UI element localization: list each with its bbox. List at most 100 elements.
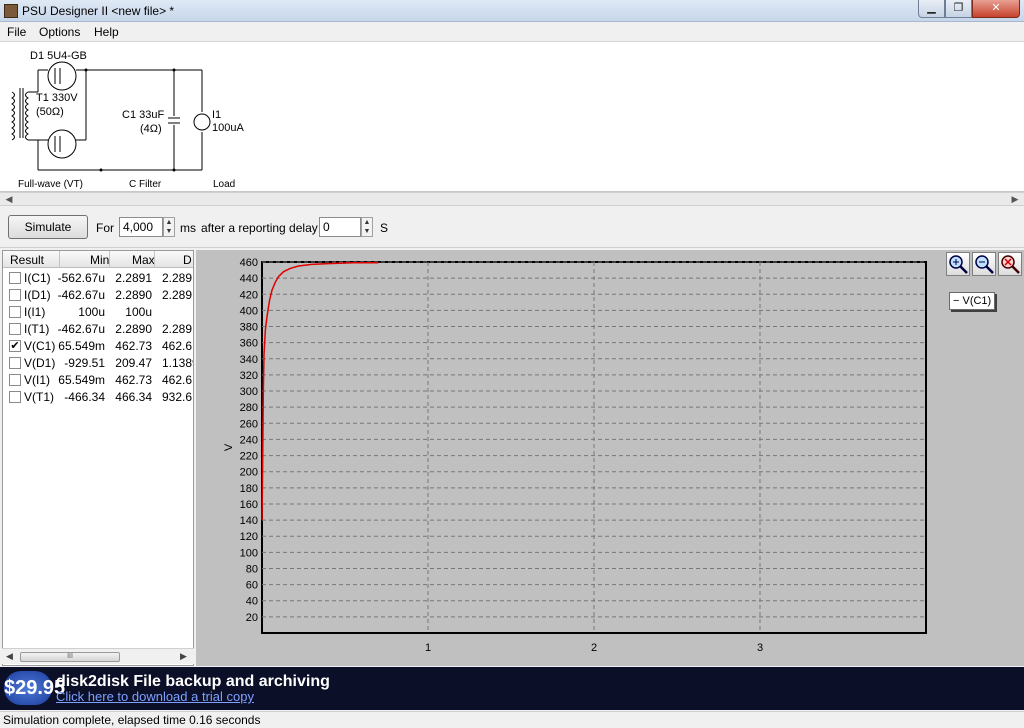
simulate-button[interactable]: Simulate xyxy=(8,215,88,239)
voltage-chart[interactable]: 20 40 60 80 100 120 140 160 180 200 220 240 260 280 30… xyxy=(196,250,1024,666)
table-row[interactable]: I(D1) -462.67u 2.2890 2.289 xyxy=(3,287,193,304)
zoom-reset-button[interactable] xyxy=(998,252,1022,276)
zoom-out-icon xyxy=(975,255,994,274)
row-checkbox[interactable] xyxy=(9,272,21,284)
col-result[interactable]: Result xyxy=(10,253,44,267)
menu-file[interactable]: File xyxy=(7,25,26,39)
row-max: 2.2890 xyxy=(115,288,152,302)
table-row[interactable]: I(T1) -462.67u 2.2890 2.289 xyxy=(3,321,193,338)
app-icon xyxy=(4,4,18,18)
window-title: PSU Designer II <new file> * xyxy=(22,4,175,18)
row-min: -462.67u xyxy=(57,288,105,302)
y-tick-label: 460 xyxy=(240,257,258,269)
x-tick-label: 3 xyxy=(757,642,763,654)
y-tick-label: 340 xyxy=(240,354,258,366)
stage-load-label[interactable]: Load xyxy=(213,179,235,190)
results-scroll-thumb[interactable]: III xyxy=(20,652,120,662)
row-max: 462.73 xyxy=(115,339,152,353)
row-max: 466.34 xyxy=(115,390,152,404)
y-tick-label: 80 xyxy=(246,563,258,575)
row-checkbox[interactable] xyxy=(9,357,21,369)
row-min: -562.67u xyxy=(57,271,105,285)
row-checkbox[interactable] xyxy=(9,323,21,335)
y-tick-label: 20 xyxy=(246,612,258,624)
ad-download-link[interactable]: Click here to download a trial copy xyxy=(56,689,254,704)
row-name: I(T1) xyxy=(24,322,50,336)
x-tick-label: 1 xyxy=(425,642,431,654)
y-tick-label: 400 xyxy=(240,305,258,317)
menu-help[interactable]: Help xyxy=(94,25,119,39)
scroll-right-icon[interactable]: ▶ xyxy=(1008,193,1022,205)
col-min[interactable]: Min xyxy=(90,253,109,267)
zoom-in-button[interactable] xyxy=(946,252,970,276)
y-tick-label: 240 xyxy=(240,434,258,446)
status-bar: Simulation complete, elapsed time 0.16 s… xyxy=(0,711,1024,728)
y-tick-label: 200 xyxy=(240,467,258,479)
chart-legend[interactable]: − V(C1) xyxy=(949,292,995,310)
minimize-button[interactable]: ▁ xyxy=(918,0,945,18)
row-min: 65.549m xyxy=(58,373,105,387)
table-row[interactable]: V(D1) -929.51 209.47 1.1389 xyxy=(3,355,193,372)
y-tick-label: 220 xyxy=(240,451,258,463)
i1-value: 100uA xyxy=(212,122,244,134)
row-max: 2.2890 xyxy=(115,322,152,336)
menu-bar: File Options Help xyxy=(0,22,1024,42)
schematic-panel: D1 5U4-GB T1 330V (50Ω) C1 33uF (4Ω) I1 … xyxy=(0,42,1024,192)
row-d: 1.1389 xyxy=(162,356,193,370)
zoom-in-icon xyxy=(949,255,968,274)
stage-filter-label[interactable]: C Filter xyxy=(129,179,161,190)
y-tick-label: 40 xyxy=(246,596,258,608)
t1-resistance: (50Ω) xyxy=(36,106,64,118)
y-tick-label: 160 xyxy=(240,499,258,511)
col-d[interactable]: D xyxy=(183,253,192,267)
menu-options[interactable]: Options xyxy=(39,25,80,39)
y-tick-label: 260 xyxy=(240,418,258,430)
row-name: V(I1) xyxy=(24,373,51,387)
y-tick-label: 380 xyxy=(240,322,258,334)
table-row[interactable]: I(I1) 100u 100u xyxy=(3,304,193,321)
simulation-toolbar: Simulate For 4,000 ▲ ▼ ms after a reporti… xyxy=(0,208,1024,248)
stage-rectifier-label[interactable]: Full-wave (VT) xyxy=(18,179,83,190)
row-name: I(D1) xyxy=(24,288,51,302)
zoom-out-button[interactable] xyxy=(972,252,996,276)
y-tick-label: 180 xyxy=(240,483,258,495)
row-checkbox[interactable]: ✔ xyxy=(9,340,21,352)
for-label: For xyxy=(96,221,114,235)
scroll-left-icon[interactable]: ◀ xyxy=(2,193,16,205)
table-row[interactable]: I(C1) -562.67u 2.2891 2.289 xyxy=(3,270,193,287)
duration-spinner[interactable]: ▲ ▼ xyxy=(163,217,175,237)
row-checkbox[interactable] xyxy=(9,391,21,403)
delay-spinner[interactable]: ▲ ▼ xyxy=(361,217,373,237)
close-button[interactable]: ✕ xyxy=(972,0,1020,18)
results-scrollbar[interactable]: ◀ III ▶ xyxy=(2,648,194,664)
duration-input[interactable]: 4,000 xyxy=(119,217,163,237)
schematic-scrollbar[interactable]: ◀ ▶ xyxy=(0,192,1024,206)
x-tick-label: 2 xyxy=(591,642,597,654)
y-tick-label: 300 xyxy=(240,386,258,398)
row-max: 462.73 xyxy=(115,373,152,387)
c1-esr: (4Ω) xyxy=(140,123,162,135)
ad-banner[interactable]: $29.95 disk2disk File backup and archivi… xyxy=(0,667,1024,710)
y-tick-label: 420 xyxy=(240,289,258,301)
row-d: 462.6 xyxy=(162,373,193,387)
maximize-button[interactable]: ❐ xyxy=(945,0,972,18)
row-checkbox[interactable] xyxy=(9,289,21,301)
delay-input[interactable]: 0 xyxy=(319,217,361,237)
row-min: 100u xyxy=(78,305,105,319)
row-max: 209.47 xyxy=(115,356,152,370)
table-row[interactable]: ✔ V(C1) 65.549m 462.73 462.6 xyxy=(3,338,193,355)
row-checkbox[interactable] xyxy=(9,374,21,386)
y-tick-label: 140 xyxy=(240,515,258,527)
col-max[interactable]: Max xyxy=(132,253,155,267)
results-table: Result Min Max D I(C1) -562.67u 2.2891 2.28… xyxy=(2,250,194,666)
table-row[interactable]: V(I1) 65.549m 462.73 462.6 xyxy=(3,372,193,389)
y-tick-label: 120 xyxy=(240,531,258,543)
d1-label: D1 5U4-GB xyxy=(30,50,87,62)
y-tick-label: 100 xyxy=(240,547,258,559)
row-checkbox[interactable] xyxy=(9,306,21,318)
row-d: 932.6 xyxy=(162,390,193,404)
row-min: -462.67u xyxy=(57,322,105,336)
results-scroll-right-icon[interactable]: ▶ xyxy=(180,651,187,662)
results-scroll-left-icon[interactable]: ◀ xyxy=(6,651,13,662)
table-row[interactable]: V(T1) -466.34 466.34 932.6 xyxy=(3,389,193,406)
